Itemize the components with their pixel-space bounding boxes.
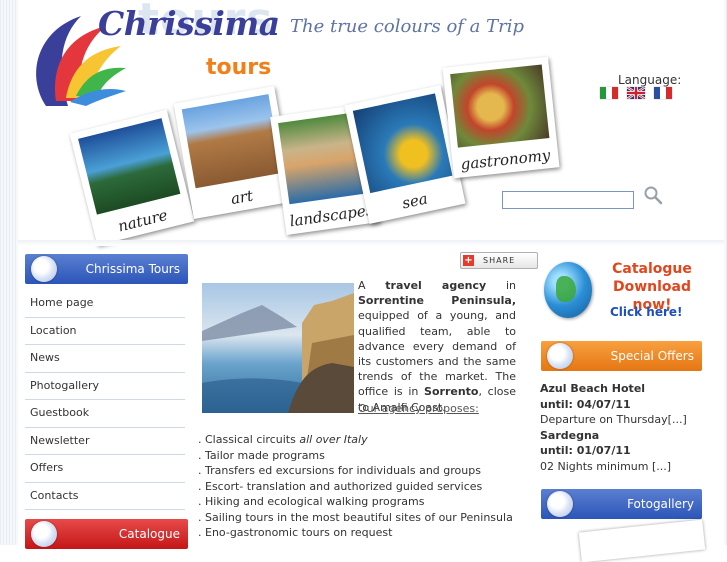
service-item: . Transfers ed excursions for individual… xyxy=(198,464,481,477)
offer-until: until: 04/07/11 xyxy=(540,397,631,411)
sidebar-item-news[interactable]: News xyxy=(25,345,185,373)
sphere-icon xyxy=(31,256,57,282)
offer-until: until: 01/07/11 xyxy=(540,444,631,457)
fotogallery-title: Fotogallery xyxy=(627,497,694,511)
offer-name[interactable]: Sardegna xyxy=(540,428,687,444)
flag-italian-icon[interactable] xyxy=(600,87,618,99)
catalogue-download-promo[interactable]: Catalogue Download now! Click here! xyxy=(542,256,702,326)
offer-desc[interactable]: Departure on Thursday[...] xyxy=(540,412,687,428)
sidebar-item-guestbook[interactable]: Guestbook xyxy=(25,400,185,428)
flag-english-icon[interactable] xyxy=(627,87,645,99)
sidebar-title: Chrissima Tours xyxy=(85,262,180,276)
fotogallery-header[interactable]: Fotogallery xyxy=(541,489,702,519)
search-icon[interactable] xyxy=(643,185,663,205)
header: tours Chrissima tours The true colours o… xyxy=(18,0,724,246)
share-label: SHARE xyxy=(483,256,516,265)
proposes-heading: Our agency proposes: xyxy=(358,402,479,415)
special-offers-title: Special Offers xyxy=(610,349,694,363)
polaroid-nature: nature xyxy=(69,109,195,246)
sidebar-item-newsletter[interactable]: Newsletter xyxy=(25,428,185,455)
search-input[interactable] xyxy=(502,191,634,209)
sidebar-item-home[interactable]: Home page xyxy=(25,290,185,318)
catalogue-title: Catalogue xyxy=(118,527,180,541)
sphere-icon xyxy=(547,491,573,517)
sidebar-item-contacts[interactable]: Contacts xyxy=(25,483,185,510)
page: tours Chrissima tours The true colours o… xyxy=(18,0,724,562)
service-item: . Classical circuits all over Italy xyxy=(198,433,368,446)
language-label: Language: xyxy=(618,73,682,87)
sidebar-item-offers[interactable]: Offers xyxy=(25,455,185,483)
service-item: . Tailor made programs xyxy=(198,448,325,462)
sidebar-item-photogallery[interactable]: Photogallery xyxy=(25,373,185,400)
fotogallery-thumbnail[interactable] xyxy=(578,519,706,562)
service-item: . Escort- translation and authorized gui… xyxy=(198,479,483,493)
polaroid-caption: gastronomy xyxy=(459,146,552,174)
sidebar-menu: Home page Location News Photogallery Gue… xyxy=(25,290,185,510)
sphere-icon xyxy=(31,521,57,547)
service-item: . Sailing tours in the most beautiful si… xyxy=(198,510,513,524)
globe-icon xyxy=(544,262,592,318)
click-here-link[interactable]: Click here! xyxy=(610,305,683,319)
offer-name[interactable]: Azul Beach Hotel xyxy=(540,381,687,397)
sorrento-photo xyxy=(202,283,354,413)
flag-french-icon[interactable] xyxy=(654,87,672,99)
service-item: . Eno-gastronomic tours on request xyxy=(198,526,393,539)
special-offers-list: Azul Beach Hotel until: 04/07/11 Departu… xyxy=(540,381,687,474)
services-list: . Classical circuits all over Italy . Ta… xyxy=(198,432,513,541)
service-item: . Hiking and ecological walking programs xyxy=(198,495,425,508)
header-divider xyxy=(18,240,724,246)
offer-desc[interactable]: 02 Nights minimum [...] xyxy=(540,459,687,475)
logo-text: Chrissima xyxy=(98,4,280,43)
share-button[interactable]: + SHARE xyxy=(460,252,538,269)
sidebar-header: Chrissima Tours xyxy=(25,254,188,284)
logo-subtext: tours xyxy=(206,55,272,80)
sphere-icon xyxy=(547,343,573,369)
intro-text: A travel agency in Sorrentine Peninsula,… xyxy=(358,279,516,414)
tagline: The true colours of a Trip xyxy=(290,16,525,37)
sidebar-item-location[interactable]: Location xyxy=(25,318,185,345)
polaroid-gastronomy: gastronomy xyxy=(442,56,560,179)
language-flags xyxy=(600,87,672,99)
plus-icon: + xyxy=(463,255,474,266)
special-offers-header: Special Offers xyxy=(541,341,702,371)
